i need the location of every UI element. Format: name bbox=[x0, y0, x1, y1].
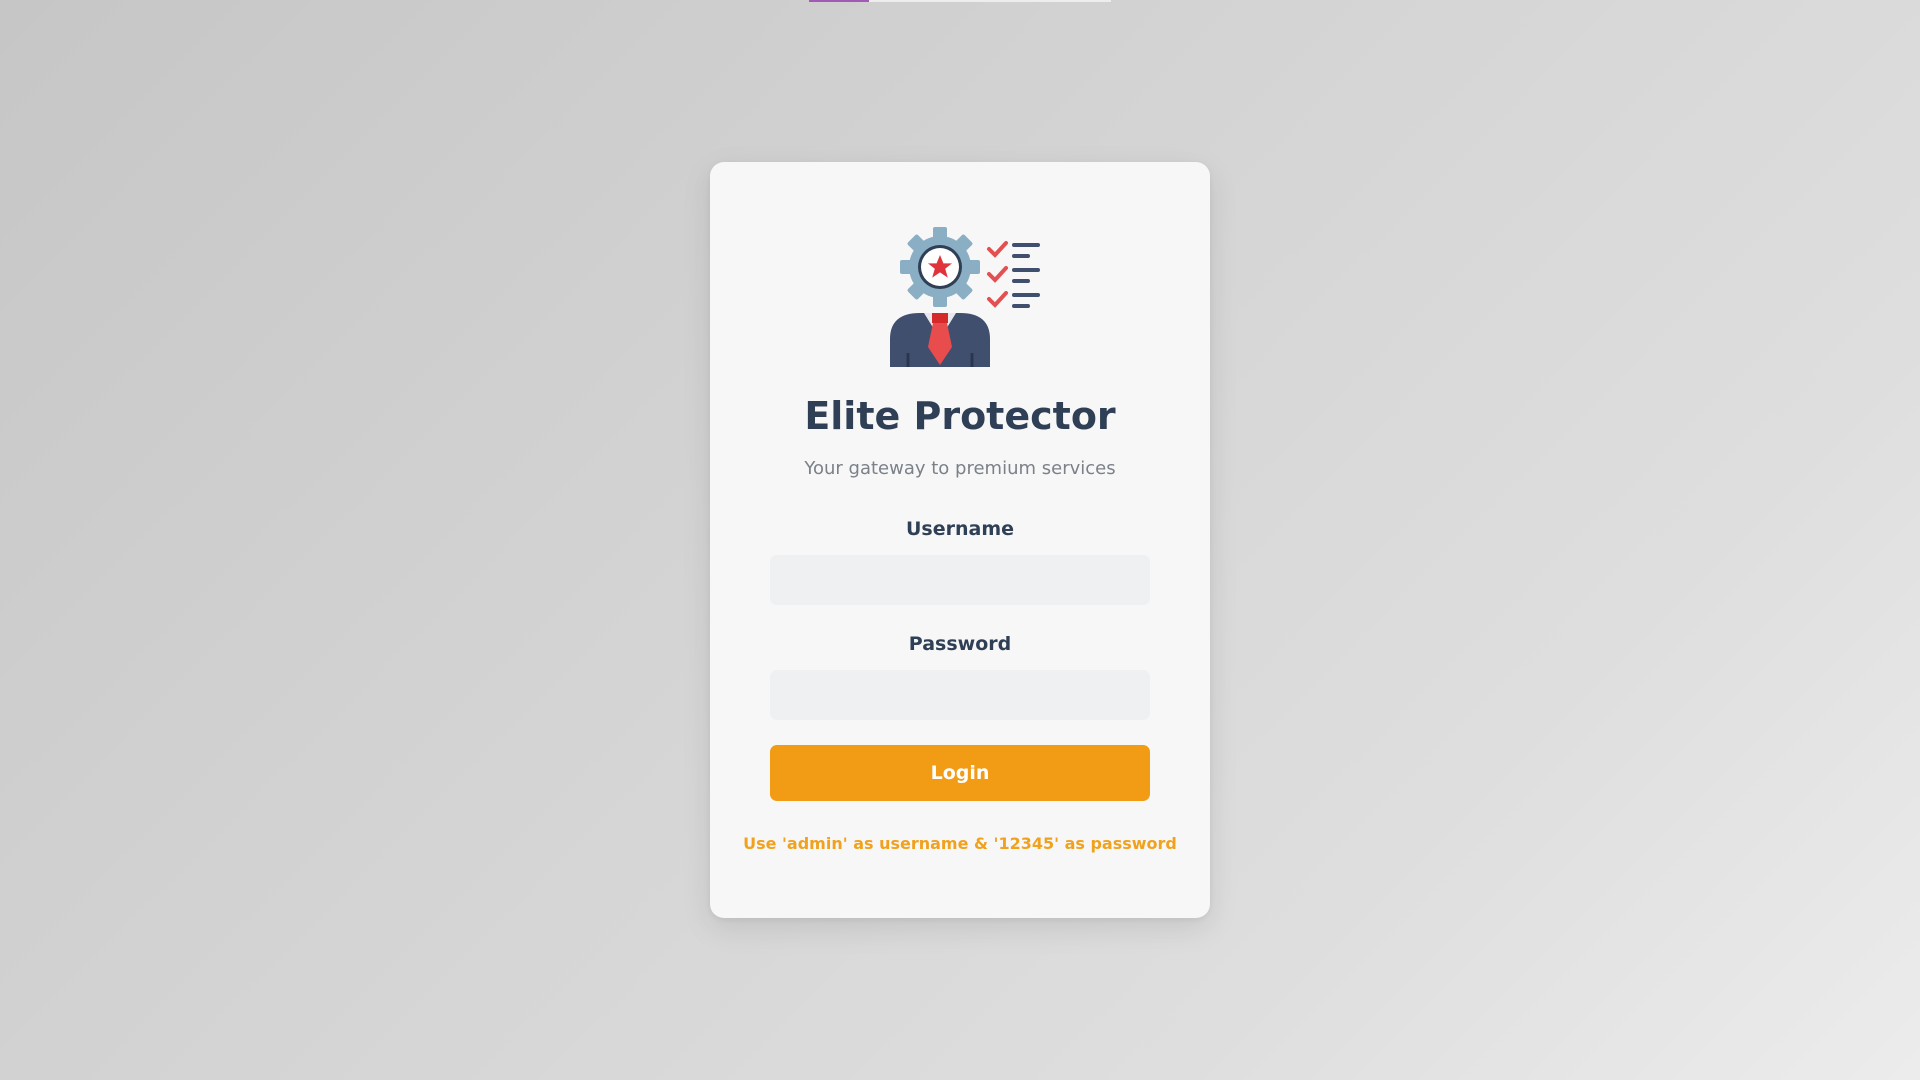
page-subtitle: Your gateway to premium services bbox=[804, 458, 1116, 479]
password-input[interactable] bbox=[770, 670, 1150, 720]
security-agent-checklist-icon bbox=[890, 227, 1040, 367]
username-input[interactable] bbox=[770, 555, 1150, 605]
password-label: Password bbox=[908, 633, 1012, 655]
username-label: Username bbox=[905, 518, 1015, 540]
credentials-hint: Use 'admin' as username & '12345' as pas… bbox=[743, 834, 1177, 853]
login-card: Elite Protector Your gateway to premium … bbox=[710, 162, 1210, 918]
page-loading-progress bbox=[809, 0, 870, 2]
page-loading-bar bbox=[809, 0, 1111, 2]
page-title: Elite Protector bbox=[804, 394, 1116, 438]
login-button[interactable]: Login bbox=[770, 745, 1150, 801]
